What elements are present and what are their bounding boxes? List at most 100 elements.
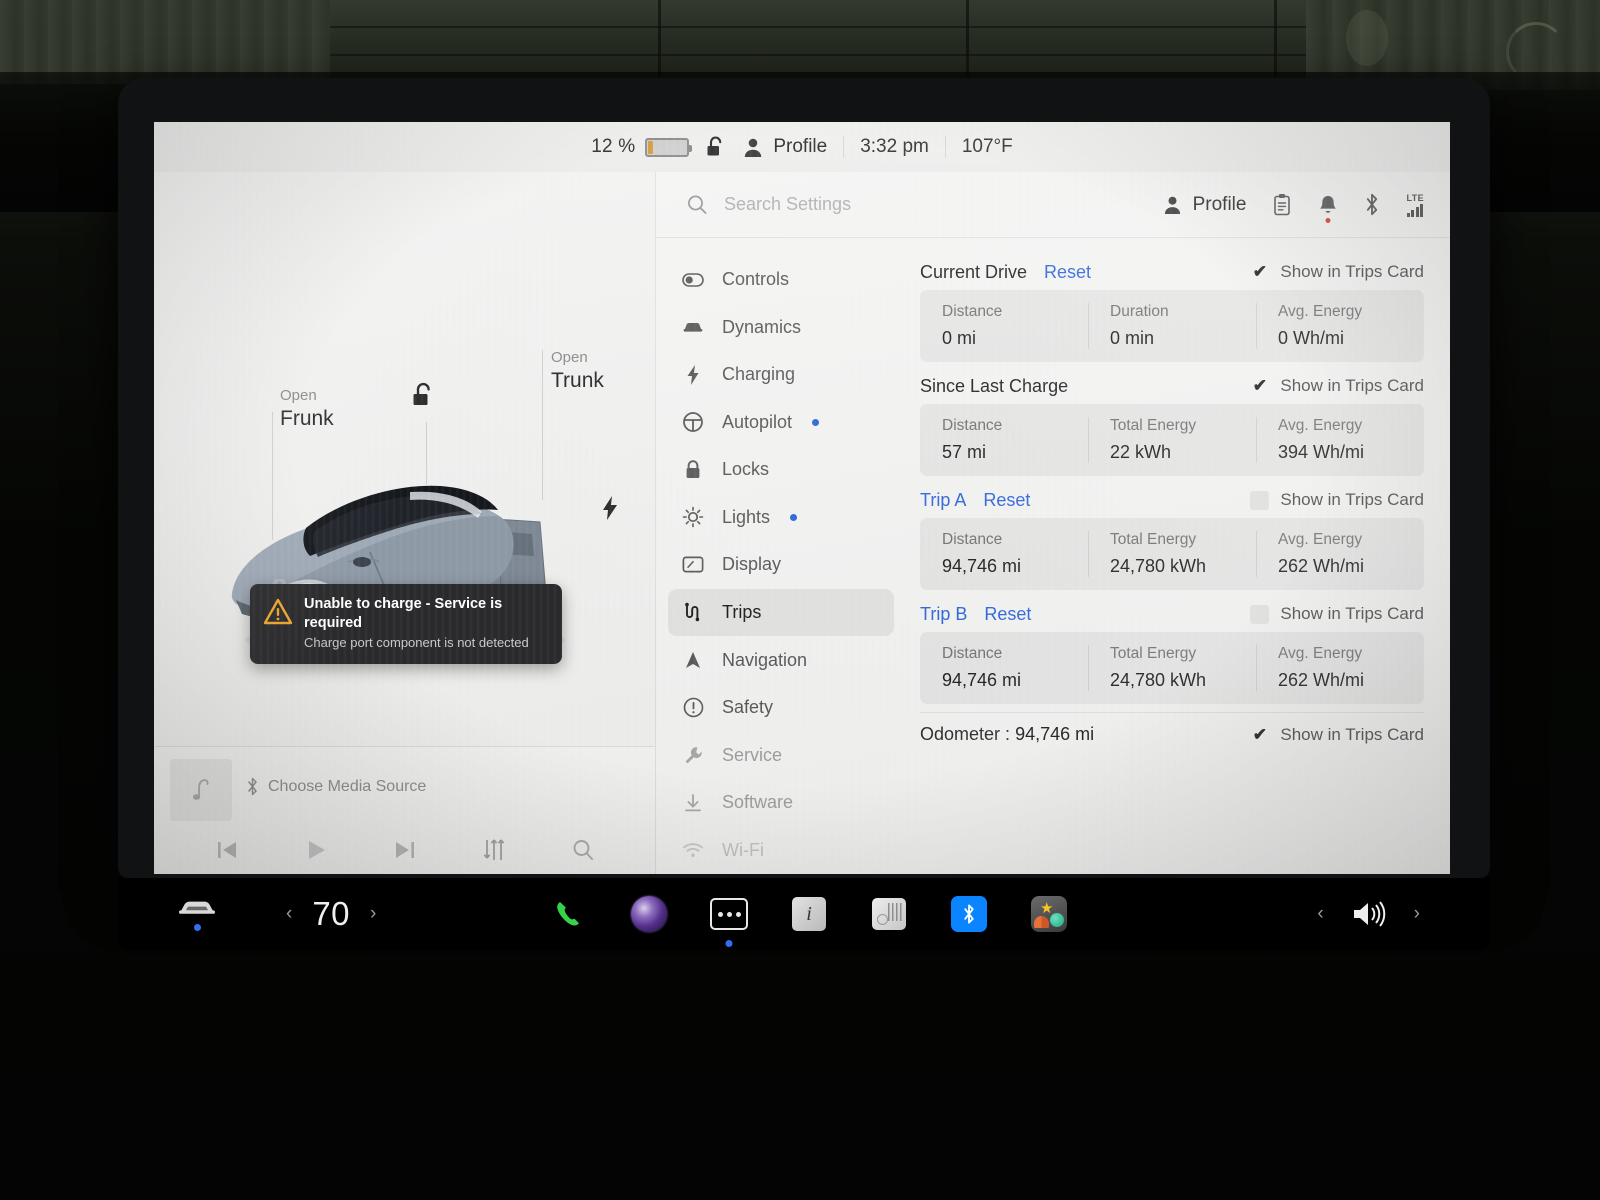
sidebar-item-safety[interactable]: Safety <box>668 684 894 732</box>
reset-trip-a-button[interactable]: Reset <box>983 490 1030 511</box>
search-icon <box>573 840 593 860</box>
temp-increase-button[interactable]: › <box>370 903 376 925</box>
sidebar-item-lights[interactable]: Lights <box>668 494 894 542</box>
volume-increase-button[interactable]: › <box>1414 903 1420 925</box>
sidebar-item-locks[interactable]: Locks <box>668 446 894 494</box>
trip-title: Since Last Charge <box>920 375 1069 396</box>
sun-lights-icon <box>682 506 704 528</box>
tuner-app-button[interactable] <box>868 893 910 935</box>
alert-circle-icon <box>682 697 704 718</box>
show-in-trips-card-label: Show in Trips Card <box>1280 262 1424 281</box>
media-player-bar: Choose Media Source <box>154 746 655 874</box>
battery-indicator[interactable]: 12 % <box>591 136 693 158</box>
sidebar-item-navigation[interactable]: Navigation <box>668 636 894 684</box>
charge-port-indicator[interactable] <box>601 495 619 521</box>
metric-value: 0 min <box>1110 328 1155 348</box>
temperature-control: ‹ 70 › <box>286 895 376 933</box>
toybox-app-button[interactable]: ★ <box>1028 893 1070 935</box>
info-app-button[interactable]: i <box>788 893 830 935</box>
more-apps-dot <box>725 940 733 947</box>
sidebar-label: Software <box>722 792 794 813</box>
reset-current-drive-button[interactable]: Reset <box>1044 262 1091 283</box>
info-icon: i <box>792 897 826 931</box>
volume-decrease-button[interactable]: ‹ <box>1317 903 1323 925</box>
show-in-trips-card-toggle[interactable]: Show in Trips Card <box>1250 604 1424 624</box>
trip-header: Current Drive Reset ✔ Show in Trips Card <box>920 254 1424 290</box>
media-source-label: Choose Media Source <box>268 777 427 795</box>
metric-avg-energy: Avg. Energy 262 Wh/mi <box>1256 632 1424 704</box>
trip-metrics: Distance 0 mi Duration 0 min Avg. Energy… <box>920 290 1424 362</box>
network-indicator[interactable]: LTE <box>1406 193 1424 217</box>
phone-app-button[interactable] <box>548 893 590 935</box>
sidebar-label: Safety <box>722 697 774 718</box>
metric-value: 22 kWh <box>1110 442 1172 462</box>
play-button[interactable] <box>304 838 328 862</box>
trip-title[interactable]: Trip A <box>920 490 966 511</box>
previous-track-button[interactable] <box>215 838 239 862</box>
open-frunk-button[interactable]: Open Frunk <box>280 387 334 431</box>
sidebar-item-trips[interactable]: Trips <box>668 588 894 637</box>
bluetooth-icon <box>951 896 987 932</box>
search-settings-field[interactable]: Search Settings <box>686 194 1149 216</box>
sidebar-label: Trips <box>722 601 762 622</box>
reset-trip-b-button[interactable]: Reset <box>984 604 1031 625</box>
speaker-icon[interactable] <box>1350 899 1388 929</box>
car-status-pane: Open Frunk Open Trunk Unable to charge -… <box>154 172 656 874</box>
signal-bars-icon <box>1406 203 1424 217</box>
trunk-target-label: Trunk <box>551 368 604 392</box>
charge-alert-toast[interactable]: Unable to charge - Service is required C… <box>250 584 562 664</box>
car-lock-toggle[interactable] <box>410 380 438 410</box>
sidebar-item-charging[interactable]: Charging <box>668 351 894 399</box>
unlock-icon <box>413 382 430 405</box>
sidebar-label: Service <box>722 744 783 765</box>
notifications-button[interactable] <box>1318 194 1338 223</box>
sidebar-item-wifi[interactable]: Wi-Fi <box>668 826 894 874</box>
metric-value: 94,746 mi <box>942 670 1022 690</box>
sidebar-item-controls[interactable]: Controls <box>668 256 894 304</box>
equalizer-button[interactable] <box>482 838 506 862</box>
trip-title[interactable]: Trip B <box>920 604 967 625</box>
sidebar-item-service[interactable]: Service <box>668 731 894 779</box>
show-in-trips-card-label: Show in Trips Card <box>1280 490 1424 509</box>
sidebar-item-software[interactable]: Software <box>668 779 894 827</box>
trip-metrics: Distance 94,746 mi Total Energy 24,780 k… <box>920 518 1424 590</box>
unlock-icon <box>707 136 722 156</box>
person-icon <box>1164 196 1180 214</box>
trips-panel: Current Drive Reset ✔ Show in Trips Card… <box>906 238 1450 874</box>
lock-icon <box>682 459 704 481</box>
metric-total-energy: Total Energy 24,780 kWh <box>1088 518 1256 590</box>
sidebar-item-autopilot[interactable]: Autopilot <box>668 399 894 447</box>
search-icon <box>688 195 707 214</box>
lock-status[interactable] <box>705 135 727 159</box>
bluetooth-app-button[interactable] <box>948 893 990 935</box>
media-search-button[interactable] <box>571 838 595 862</box>
show-in-trips-card-toggle[interactable]: Show in Trips Card <box>1250 490 1424 510</box>
open-trunk-button[interactable]: Open Trunk <box>551 349 604 393</box>
trip-metrics: Distance 94,746 mi Total Energy 24,780 k… <box>920 632 1424 704</box>
show-in-trips-card-toggle[interactable]: ✔ Show in Trips Card <box>1250 725 1424 745</box>
album-art-placeholder[interactable] <box>170 759 232 821</box>
metric-label: Distance <box>942 303 1003 320</box>
metric-avg-energy: Avg. Energy 0 Wh/mi <box>1256 290 1424 362</box>
show-in-trips-card-toggle[interactable]: ✔ Show in Trips Card <box>1250 376 1424 396</box>
trip-block-trip-a: Trip A Reset Show in Trips Card Distance <box>920 482 1424 590</box>
sidebar-item-dynamics[interactable]: Dynamics <box>668 304 894 352</box>
clipboard-button[interactable] <box>1272 193 1292 217</box>
temp-decrease-button[interactable]: ‹ <box>286 903 292 925</box>
frunk-action-label: Open <box>280 387 317 404</box>
vehicle-button[interactable] <box>168 898 226 931</box>
voice-assistant-button[interactable] <box>628 893 670 935</box>
bluetooth-button[interactable] <box>1364 193 1380 216</box>
metric-label: Avg. Energy <box>1278 531 1363 548</box>
status-profile-button[interactable]: Profile <box>743 136 827 158</box>
metric-label: Total Energy <box>1110 645 1197 662</box>
sidebar-label: Controls <box>722 269 790 290</box>
settings-profile-button[interactable]: Profile <box>1163 194 1246 216</box>
odometer-readout: Odometer : 94,746 mi <box>920 724 1094 745</box>
choose-media-source-button[interactable]: Choose Media Source <box>246 777 426 796</box>
more-apps-button[interactable] <box>708 893 750 947</box>
show-in-trips-card-toggle[interactable]: ✔ Show in Trips Card <box>1250 262 1424 282</box>
metric-label: Total Energy <box>1110 417 1197 434</box>
next-track-button[interactable] <box>393 838 417 862</box>
sidebar-item-display[interactable]: Display <box>668 541 894 589</box>
